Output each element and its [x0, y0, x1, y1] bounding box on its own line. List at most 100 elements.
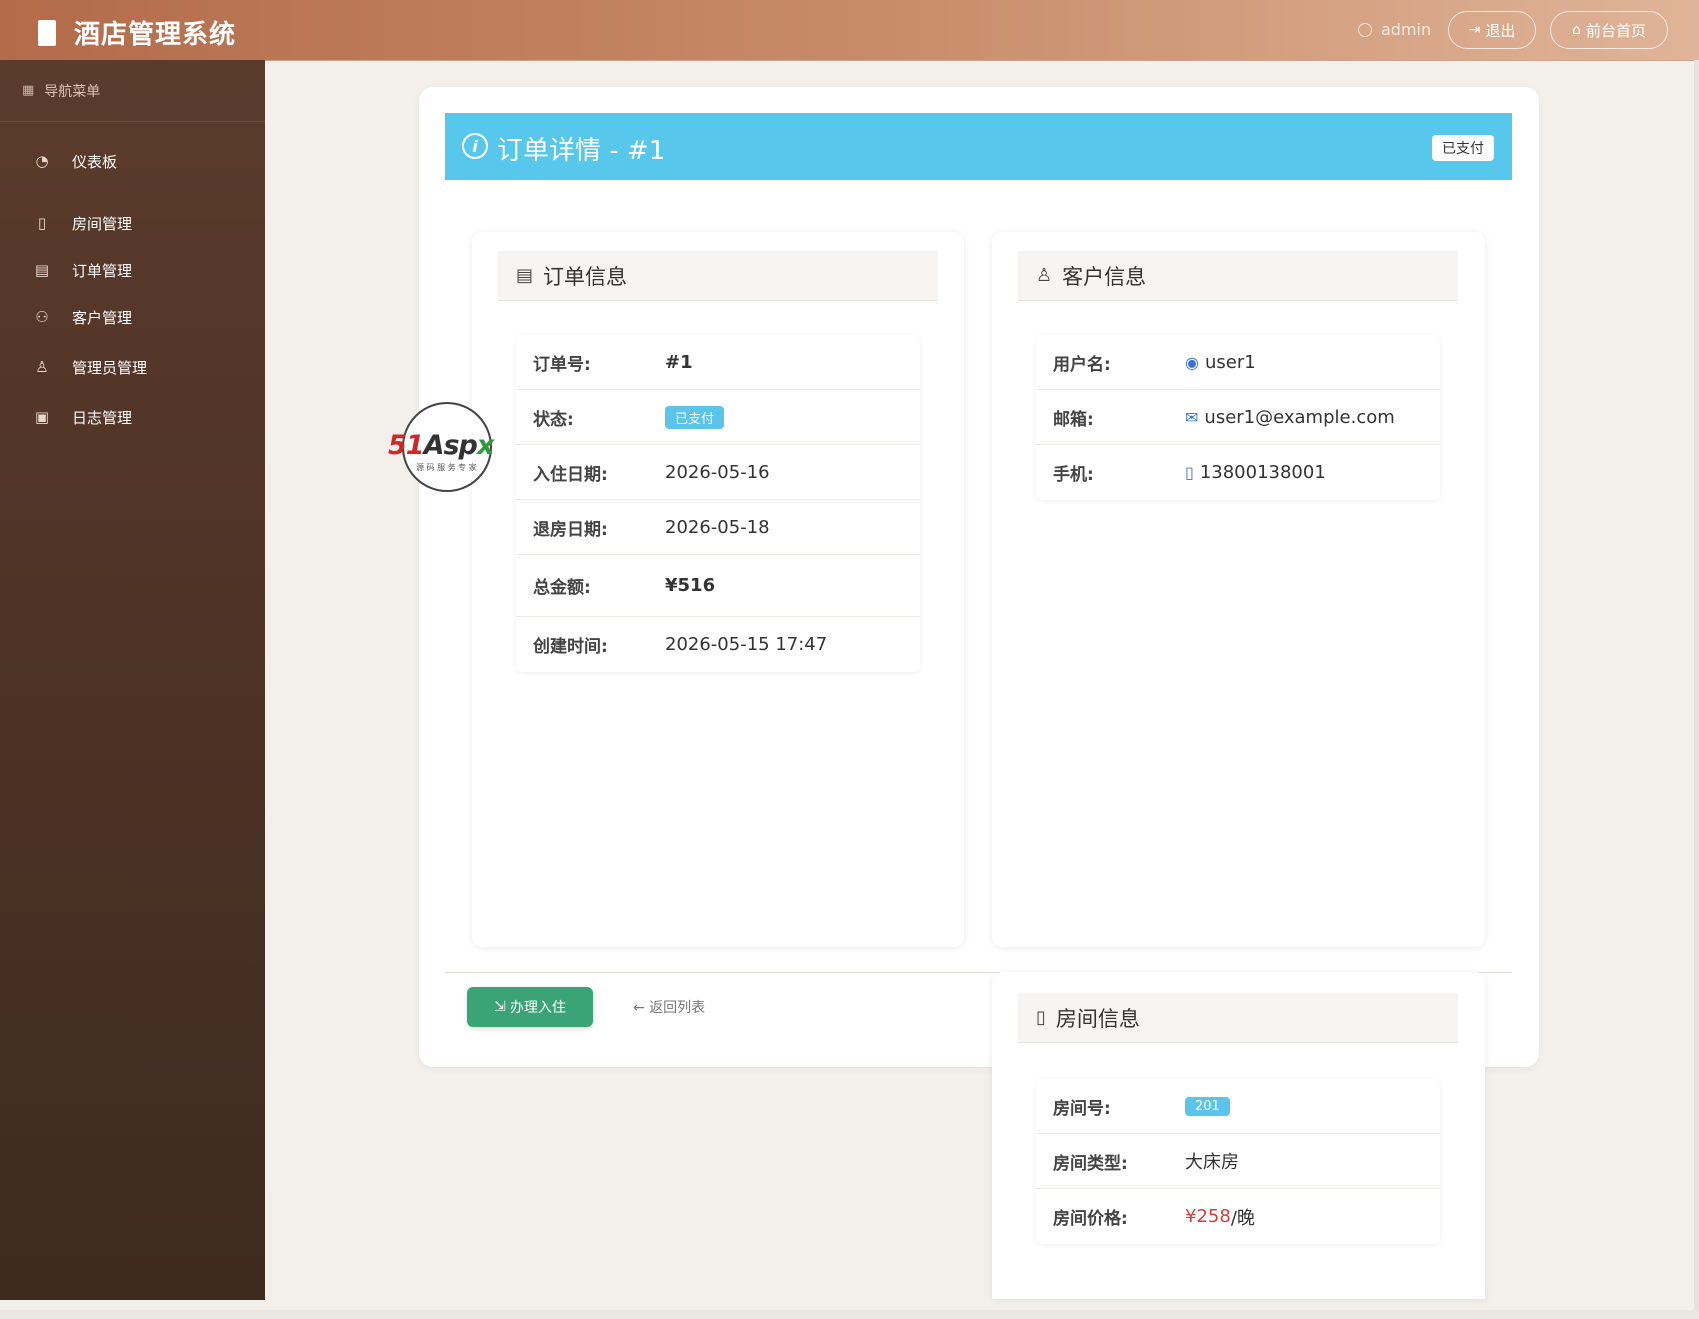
total-amount-value: ¥516 [665, 575, 716, 596]
customer-info-title-text: 客户信息 [1062, 264, 1147, 289]
user-circle-icon: ◉ [1185, 352, 1199, 372]
room-info-title: ▯ 房间信息 [1018, 993, 1458, 1043]
people-icon: ⚇ [35, 308, 49, 326]
table-row: 用户名: ◉ user1 [1036, 335, 1440, 390]
home-label: 前台首页 [1585, 21, 1646, 40]
app-title: 酒店管理系统 [74, 20, 237, 50]
vertical-scrollbar[interactable] [1694, 60, 1699, 1310]
watermark-brand-x: x [476, 430, 494, 461]
login-icon: ⇲ [494, 999, 506, 1015]
email-field-label: 邮箱: [1053, 409, 1094, 430]
room-type-value: 大床房 [1185, 1152, 1239, 1173]
order-status-cell: 已支付 [665, 405, 725, 429]
order-info-table: 订单号: #1 状态: 已支付 入住日期: 2026-05-16 退房日期: 2… [516, 335, 920, 672]
sidebar-item-logs[interactable]: ▣ 日志管理 [0, 392, 265, 442]
order-detail-header: i 订单详情 - #1 已支付 [445, 113, 1512, 180]
checkin-date-value: 2026-05-16 [665, 461, 770, 483]
door-icon: ▯ [1036, 1007, 1046, 1028]
customer-info-title: ♙ 客户信息 [1018, 251, 1458, 301]
order-status-label: 状态: [533, 409, 574, 430]
house-icon: ⌂ [1572, 22, 1581, 38]
phone-icon: ▯ [1185, 463, 1194, 482]
sidebar-item-label: 仪表板 [72, 152, 118, 171]
checkout-date-label: 退房日期: [533, 519, 608, 540]
table-row: 退房日期: 2026-05-18 [516, 500, 920, 555]
sidebar: ▦ 导航菜单 ◔ 仪表板 ▯ 房间管理 ▤ 订单管理 ⚇ 客户管理 ♙ 管理员管… [0, 60, 265, 1300]
table-row: 订单号: #1 [516, 335, 920, 390]
room-number-pill: 201 [1185, 1096, 1230, 1116]
status-badge: 已支付 [1432, 135, 1494, 161]
dashboard-icon: ◔ [35, 152, 49, 170]
list-icon: ▤ [516, 265, 534, 286]
sidebar-item-label: 房间管理 [72, 214, 133, 233]
logout-icon: ⇥ [1468, 22, 1481, 38]
order-info-title-text: 订单信息 [543, 264, 628, 289]
admin-icon: ♙ [35, 358, 49, 376]
order-status-pill: 已支付 [665, 405, 725, 429]
checkin-label: 办理入住 [509, 1000, 566, 1016]
customer-info-panel: ♙ 客户信息 用户名: ◉ user1 邮箱: ✉ user1@example.co… [992, 232, 1485, 947]
sidebar-item-label: 日志管理 [72, 408, 133, 427]
table-row: 房间类型: 大床房 [1036, 1134, 1440, 1189]
room-price-label: 房间价格: [1053, 1209, 1128, 1229]
room-number-cell: 201 [1185, 1096, 1230, 1116]
phone-field-value: ▯ 13800138001 [1185, 462, 1326, 483]
table-row: 创建时间: 2026-05-15 17:47 [516, 617, 920, 672]
sidebar-item-admins[interactable]: ♙ 管理员管理 [0, 342, 265, 392]
table-row: 房间号: 201 [1036, 1079, 1440, 1134]
room-type-label: 房间类型: [1053, 1153, 1128, 1174]
order-id-label: 订单号: [533, 354, 591, 375]
order-id-value: #1 [665, 351, 693, 373]
phone-text: 13800138001 [1199, 462, 1326, 483]
table-row: 房间价格: ¥258/晚 [1036, 1189, 1440, 1244]
sidebar-item-label: 订单管理 [72, 261, 133, 280]
room-info-table: 房间号: 201 房间类型: 大床房 房间价格: ¥258/晚 [1036, 1079, 1440, 1244]
sidebar-nav: ◔ 仪表板 ▯ 房间管理 ▤ 订单管理 ⚇ 客户管理 ♙ 管理员管理 ▣ 日志管… [0, 136, 265, 442]
customer-info-table: 用户名: ◉ user1 邮箱: ✉ user1@example.com 手机: ▯… [1036, 335, 1440, 500]
sidebar-item-dashboard[interactable]: ◔ 仪表板 [0, 136, 265, 186]
order-detail-card: i 订单详情 - #1 已支付 ▤ 订单信息 订单号: #1 状态: 已支付 入… [419, 87, 1539, 1067]
checkin-button[interactable]: ⇲ 办理入住 [467, 987, 593, 1027]
checkout-date-value: 2026-05-18 [665, 516, 770, 538]
frontend-home-button[interactable]: ⌂ 前台首页 [1550, 11, 1668, 49]
email-field-value: ✉ user1@example.com [1185, 407, 1395, 428]
sidebar-item-orders[interactable]: ▤ 订单管理 [0, 248, 265, 292]
username-text: user1 [1204, 351, 1256, 373]
top-header: 酒店管理系统 admin ⇥ 退出 ⌂ 前台首页 [0, 0, 1699, 61]
table-row: 邮箱: ✉ user1@example.com [1036, 390, 1440, 445]
person-icon: ♙ [1036, 265, 1053, 286]
journal-icon: ▣ [34, 408, 50, 426]
room-price-unit: /晚 [1230, 1207, 1255, 1229]
sidebar-item-rooms[interactable]: ▯ 房间管理 [0, 198, 265, 248]
username-field-value: ◉ user1 [1185, 352, 1256, 373]
door-icon: ▯ [37, 214, 47, 232]
list-icon: ▤ [34, 261, 50, 279]
info-icon: i [462, 133, 488, 159]
envelope-icon: ✉ [1185, 407, 1199, 427]
room-info-panel: ▯ 房间信息 房间号: 201 房间类型: 大床房 房间价格: ¥258/晚 [992, 972, 1485, 1299]
sidebar-item-label: 客户管理 [72, 308, 133, 327]
building-icon [38, 19, 56, 46]
username-field-label: 用户名: [1053, 354, 1111, 375]
table-row: 总金额: ¥516 [516, 555, 920, 617]
watermark-brand-51: 51 [388, 430, 425, 461]
table-row: 入住日期: 2026-05-16 [516, 445, 920, 500]
back-to-list-link[interactable]: ← 返回列表 [633, 997, 705, 1017]
logout-label: 退出 [1485, 21, 1516, 40]
logout-button[interactable]: ⇥ 退出 [1448, 11, 1536, 49]
phone-field-label: 手机: [1053, 465, 1094, 485]
sidebar-item-customers[interactable]: ⚇ 客户管理 [0, 292, 265, 342]
sidebar-item-label: 管理员管理 [72, 358, 148, 377]
sidebar-heading-label: 导航菜单 [44, 83, 101, 100]
watermark-subtitle: 源 码 服 务 专 家 [416, 463, 477, 472]
room-number-label: 房间号: [1053, 1098, 1111, 1119]
brand[interactable]: 酒店管理系统 [38, 14, 236, 51]
page-title: 订单详情 - #1 [497, 136, 666, 166]
room-info-title-text: 房间信息 [1055, 1006, 1140, 1031]
room-price-value: ¥258/晚 [1185, 1204, 1255, 1230]
sidebar-heading: ▦ 导航菜单 [0, 60, 265, 122]
total-amount-label: 总金额: [533, 578, 591, 598]
order-info-panel: ▤ 订单信息 订单号: #1 状态: 已支付 入住日期: 2026-05-16 … [472, 232, 964, 947]
room-price-amount: ¥258 [1185, 1206, 1231, 1227]
window-bottom-edge [0, 1310, 1699, 1319]
